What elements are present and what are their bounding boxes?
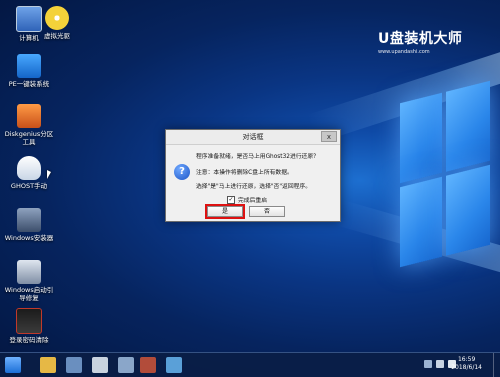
- desktop-icon-label: GHOST手动: [10, 182, 48, 190]
- password-clear-icon: [16, 308, 42, 334]
- dialog-message-line2: 注意：本操作将删除C盘上所有数据。: [196, 170, 293, 176]
- desktop-icon-diskgenius[interactable]: Diskgenius分区工具: [3, 104, 55, 146]
- desktop-icon-pe-install[interactable]: PE一键装系统: [3, 54, 55, 88]
- computer-app-icon[interactable]: [66, 357, 82, 373]
- desktop-icon-virtual-drive[interactable]: 虚拟光驱: [31, 6, 83, 40]
- desktop-icon-label: PE一键装系统: [8, 80, 50, 88]
- dialog-titlebar[interactable]: 对话框 x: [166, 130, 340, 145]
- desktop-icon-label: Windows启动引导修复: [4, 286, 54, 302]
- network-app-icon[interactable]: [140, 357, 156, 373]
- no-button[interactable]: 否: [249, 206, 285, 217]
- clock-time: 16:59: [457, 356, 476, 363]
- ghost-icon: [17, 156, 41, 180]
- desktop-icon-label: 登录密码清除: [9, 336, 49, 344]
- brand-watermark: U盘装机大师 www.upandashi.com: [378, 28, 462, 55]
- diskgenius-icon: [17, 104, 41, 128]
- checkbox-label: 完成后重启: [238, 198, 267, 204]
- show-desktop-button[interactable]: [493, 353, 500, 377]
- tray-network-icon[interactable]: [436, 360, 444, 368]
- brand-url: www.upandashi.com: [378, 49, 430, 55]
- confirm-dialog: 对话框 x ? 程序准备就绪，是否马上用Ghost32进行还原？ 注意：本操作将…: [165, 129, 341, 222]
- partition-app-icon[interactable]: [118, 357, 134, 373]
- close-button[interactable]: x: [321, 131, 337, 142]
- windows-installer-icon: [17, 208, 41, 232]
- boot-repair-icon: [17, 260, 41, 284]
- taskbar-clock[interactable]: 16:59 2018/6/14: [451, 356, 482, 372]
- desktop-icon-label: 虚拟光驱: [44, 32, 70, 40]
- restart-checkbox[interactable]: ✓ 完成后重启: [227, 195, 267, 204]
- dialog-message-line3: 选择"是"马上进行还原，选择"否"返回程序。: [196, 184, 312, 190]
- app-icon[interactable]: [166, 357, 182, 373]
- mouse-cursor-icon: [47, 170, 51, 179]
- dialog-title: 对话框: [242, 133, 264, 141]
- tool-app-icon[interactable]: [92, 357, 108, 373]
- desktop-icon-windows-installer[interactable]: Windows安装器: [3, 208, 55, 242]
- desktop-icon-label: Windows安装器: [4, 234, 54, 242]
- start-icon[interactable]: [5, 357, 21, 373]
- desktop-icon-boot-repair[interactable]: Windows启动引导修复: [3, 260, 55, 302]
- file-manager-icon[interactable]: [40, 357, 56, 373]
- taskbar: 16:59 2018/6/14: [0, 352, 500, 377]
- brand-logo: U盘装机大师: [378, 31, 463, 47]
- yes-button[interactable]: 是: [205, 204, 245, 219]
- pe-install-icon: [17, 54, 41, 78]
- clock-date: 2018/6/14: [451, 364, 482, 371]
- dialog-message-line1: 程序准备就绪，是否马上用Ghost32进行还原？: [196, 154, 319, 160]
- desktop-icon-label: Diskgenius分区工具: [4, 130, 54, 146]
- virtual-drive-icon: [45, 6, 69, 30]
- checkbox-box[interactable]: ✓: [227, 195, 235, 204]
- desktop-icon-password-clear[interactable]: 登录密码清除: [3, 308, 55, 344]
- windows-logo-wallpaper: [400, 80, 490, 273]
- tray-keyboard-icon[interactable]: [424, 360, 432, 368]
- question-icon: ?: [174, 164, 190, 180]
